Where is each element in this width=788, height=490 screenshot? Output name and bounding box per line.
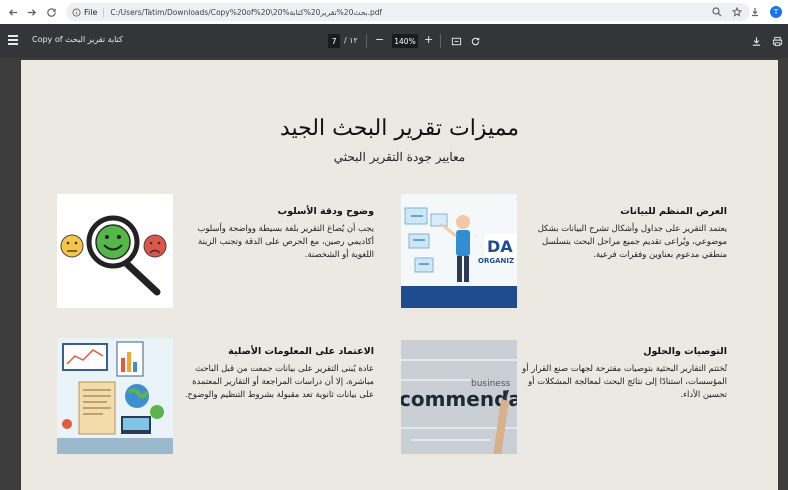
image-word-commendations: commendati (401, 387, 517, 411)
data-organization-image: DA ORGANIZ (401, 194, 517, 308)
pdf-viewer[interactable]: مميزات تقرير البحث الجيد معايير جودة الت… (0, 58, 788, 490)
card-style-clarity: وضوح ودقة الأسلوب يجب أن يُصاغ التقرير ب… (176, 206, 374, 261)
forward-icon[interactable] (20, 1, 42, 23)
card-body: تُختتم التقارير البحثية بتوصيات مقترحة ل… (522, 363, 727, 399)
browser-bar: File C:/Users/Tatim/Downloads/Copy%20of%… (0, 0, 788, 24)
card-original-data: الاعتماد على المعلومات الأصلية عادة يُبن… (176, 346, 374, 401)
file-chip[interactable]: File (72, 7, 105, 17)
research-illustration-image (57, 338, 173, 454)
card-recommendations: التوصيات والحلول تُختتم التقارير البحثية… (519, 346, 727, 401)
zoom-in-button[interactable]: + (424, 33, 433, 46)
url-text: C:/Users/Tatim/Downloads/Copy%20of%20\20… (110, 7, 383, 17)
rotate-icon[interactable] (469, 35, 481, 47)
profile-avatar[interactable]: T (770, 6, 782, 18)
download-icon[interactable] (750, 7, 760, 17)
card-heading: العرض المنظم للبيانات (620, 206, 727, 217)
card-heading: التوصيات والحلول (643, 346, 727, 357)
zoom-input[interactable]: 140% (392, 34, 418, 48)
pdf-page: مميزات تقرير البحث الجيد معايير جودة الت… (21, 60, 778, 490)
toolbar-divider (440, 34, 441, 48)
card-body: يجب أن يُصاغ التقرير بلغة بسيطة وواضحة و… (197, 223, 374, 259)
magnifier-faces-image (57, 194, 173, 308)
bookmark-star-icon[interactable] (732, 7, 742, 17)
file-label: File (84, 7, 98, 17)
zoom-out-button[interactable]: − (375, 33, 384, 46)
fit-page-icon[interactable] (450, 35, 462, 47)
card-body: يعتمد التقرير على جداول وأشكال تشرح البي… (537, 223, 727, 259)
address-bar[interactable]: File C:/Users/Tatim/Downloads/Copy%20of%… (66, 3, 750, 21)
slide-subtitle: معايير جودة التقرير البحثي (333, 150, 466, 164)
recommendations-wordcloud-image: business commendati (401, 340, 517, 454)
page-total: / ١٢ (344, 36, 358, 45)
reload-icon[interactable] (40, 1, 62, 23)
card-body: عادة يُبنى التقرير على بيانات جمعت من قب… (184, 363, 374, 399)
zoom-lens-icon[interactable] (712, 7, 722, 17)
menu-icon[interactable] (8, 35, 18, 45)
print-icon[interactable] (771, 35, 783, 47)
page-number-input[interactable]: 7 (328, 34, 340, 48)
slide-title: مميزات تقرير البحث الجيد (279, 116, 520, 141)
download-pdf-icon[interactable] (750, 35, 762, 47)
info-icon (72, 7, 81, 17)
card-heading: وضوح ودقة الأسلوب (277, 206, 374, 217)
image-word-organ: ORGANIZ (478, 257, 514, 265)
card-data-presentation: العرض المنظم للبيانات يعتمد التقرير على … (517, 206, 727, 261)
image-word-da: DA (487, 237, 513, 256)
document-title: Copy of كتابة تقرير البحث (32, 35, 123, 44)
toolbar-divider (366, 34, 367, 48)
pdf-toolbar: Copy of كتابة تقرير البحث 7 / ١٢ − 140% … (0, 24, 788, 58)
card-heading: الاعتماد على المعلومات الأصلية (228, 346, 374, 357)
